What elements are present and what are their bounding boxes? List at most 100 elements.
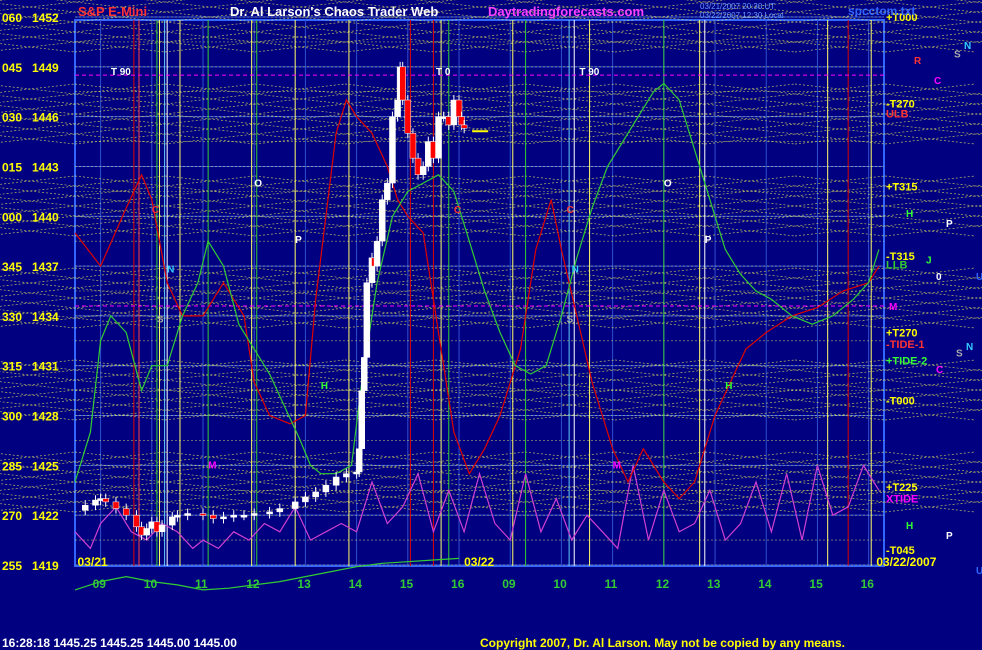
chart-annotation: S [157, 315, 164, 326]
planet-label: S [954, 50, 961, 61]
price-bar [363, 282, 371, 358]
y-tick-price: 1443 [32, 160, 59, 174]
y-tick-angle: 255 [2, 559, 22, 573]
price-bar [250, 513, 258, 516]
planet-label: H [906, 521, 913, 532]
planet-label: P [946, 531, 953, 542]
price-bar [209, 514, 217, 519]
y-tick-price: 1452 [32, 11, 59, 25]
y-tick-price: 1419 [32, 559, 59, 573]
date-label: 03/22/2007 [876, 555, 936, 569]
chart-annotation: H [321, 381, 328, 392]
chart-annotation: P [705, 235, 712, 246]
y-tick-price: 1434 [32, 310, 59, 324]
right-level-label: LLB [886, 259, 907, 271]
chart-annotation: N [167, 265, 174, 276]
price-bar [81, 504, 89, 511]
labels-layer: 060 1452045 1449030 1446015 1443000 1440345 14… [2, 11, 982, 591]
price-bar [266, 511, 273, 515]
y-tick-angle: 270 [2, 509, 22, 523]
x-tick-label: 16 [861, 577, 875, 591]
fan-line-rise [524, 368, 982, 421]
x-tick-label: 10 [553, 577, 567, 591]
x-tick-label: 09 [93, 577, 107, 591]
chart-annotation: P [295, 235, 302, 246]
price-bar [322, 485, 330, 493]
y-tick-price: 1449 [32, 61, 59, 75]
planet-label: C [936, 365, 943, 376]
price-bar [435, 116, 442, 159]
price-bar [332, 476, 340, 486]
price-bar [378, 199, 386, 242]
chart-annotation: O [254, 178, 262, 189]
file-name: spcctom.txt [848, 4, 916, 18]
price-bar [184, 513, 191, 516]
chart-annotation: T 90 [579, 67, 599, 78]
y-tick-price: 1431 [32, 360, 59, 374]
price-bar [102, 498, 109, 503]
price-bar [158, 524, 166, 533]
fan-line-rise [524, 92, 982, 145]
chart-annotation: O [664, 178, 672, 189]
x-tick-label: 10 [144, 577, 158, 591]
price-bar [220, 516, 227, 520]
planet-label: J [926, 255, 932, 266]
fan-line-rise [614, 470, 982, 513]
site-title: Dr. Al Larson's Chaos Trader Web [230, 4, 439, 19]
right-level-label: +T315 [886, 181, 918, 193]
planet-label: U [976, 272, 982, 283]
chart-annotation: T 90 [111, 67, 131, 78]
planet-label: 0 [936, 272, 942, 283]
price-bar [199, 513, 207, 516]
x-tick-label: 14 [349, 577, 363, 591]
x-tick-label: 12 [246, 577, 260, 591]
fan-line-rise [0, 175, 76, 185]
price-bar [404, 99, 412, 134]
quote-readout: 16:28:18 1445.25 1445.25 1445.00 1445.00 [2, 636, 237, 650]
chart-annotation: C [454, 205, 461, 216]
right-level-label: ULB [886, 108, 909, 120]
fan-line-fall [524, 267, 982, 320]
instrument-title: S&P E-Mini [78, 4, 148, 19]
fan-line-fall [884, 267, 982, 280]
y-tick-angle: 315 [2, 360, 22, 374]
site-url-link[interactable]: Daytradingforecasts.com [488, 4, 644, 19]
planet-label: S [956, 348, 963, 359]
fan-line-rise [614, 378, 982, 421]
y-tick-angle: 330 [2, 310, 22, 324]
fan-line-rise [794, 398, 982, 421]
fan-line-fall [614, 451, 982, 494]
date-label: 03/21 [78, 555, 108, 569]
fan-line-rise [794, 306, 982, 329]
y-tick-price: 1437 [32, 260, 59, 274]
timestamp-line1: 03/21/2007 20:30 UT [700, 2, 776, 11]
copyright-notice: Copyright 2007, Dr. Al Larson. May not b… [480, 636, 845, 650]
y-tick-price: 1425 [32, 459, 59, 473]
fan-lines-layer [0, 0, 982, 566]
price-bar [230, 514, 237, 518]
fan-line-rise [884, 316, 982, 329]
fan-line-fall [524, 83, 982, 136]
right-level-label: +T270 [886, 328, 918, 340]
y-tick-angle: 045 [2, 61, 22, 75]
y-tick-angle: 030 [2, 111, 22, 125]
planet-label: N [964, 41, 971, 52]
price-bar [291, 501, 299, 509]
fan-line-fall [704, 175, 982, 208]
chart-annotation: H [725, 381, 732, 392]
price-bar [384, 182, 391, 200]
right-level-label: XTIDE [886, 494, 918, 506]
chart-annotation: C [152, 205, 159, 216]
fan-line-rise [524, 276, 982, 329]
fan-line-fall [794, 359, 982, 382]
fan-line-rise [704, 480, 982, 513]
magenta-flux-line [74, 464, 880, 550]
right-level-label: -T045 [886, 545, 915, 557]
y-tick-price: 1440 [32, 210, 59, 224]
price-bar [343, 473, 350, 478]
right-level-label: +T225 [886, 482, 918, 494]
date-label: 03/22 [464, 555, 494, 569]
right-level-label: -TIDE-1 [886, 339, 925, 351]
series-layer [74, 61, 880, 591]
x-tick-label: 16 [451, 577, 465, 591]
